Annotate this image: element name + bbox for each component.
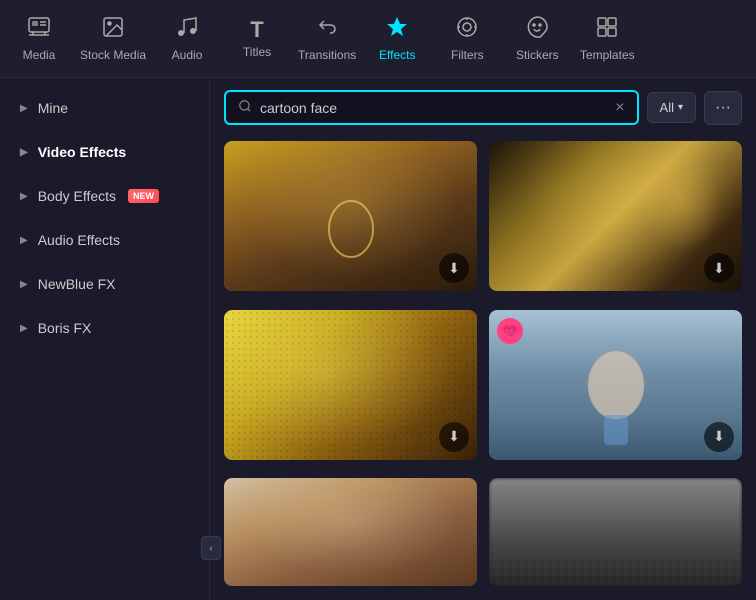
chevron-icon: ▶ (20, 323, 28, 334)
heart-badge-ar: 💗 (497, 318, 523, 344)
nav-label-titles: Titles (243, 45, 271, 59)
sidebar-toggle-button[interactable]: ‹ (201, 536, 221, 560)
effects-icon (385, 15, 409, 44)
sidebar-item-audio-effects[interactable]: ▶ Audio Effects (4, 220, 205, 260)
sidebar-item-video-effects[interactable]: ▶ Video Effects (4, 132, 205, 172)
sidebar: ▶ Mine ▶ Video Effects ▶ Body Effects NE… (0, 78, 210, 600)
more-options-button[interactable]: ··· (704, 91, 742, 125)
templates-icon (595, 15, 619, 44)
clear-search-button[interactable]: × (615, 100, 624, 116)
nav-item-effects[interactable]: Effects (362, 0, 432, 78)
stock-media-icon (101, 15, 125, 44)
sidebar-label-audio-effects: Audio Effects (38, 232, 120, 248)
nav-label-filters: Filters (451, 48, 484, 62)
effect-thumbnail-sketch (224, 478, 477, 586)
chevron-icon: ▶ (20, 147, 28, 158)
nav-label-stickers: Stickers (516, 48, 559, 62)
sidebar-label-video-effects: Video Effects (38, 144, 126, 160)
nav-label-media: Media (23, 48, 56, 62)
effect-card-sketch[interactable] (224, 478, 477, 586)
nav-label-effects: Effects (379, 48, 415, 62)
search-input[interactable] (260, 100, 607, 116)
effect-thumbnail-comic-book: ⬇ (224, 310, 477, 460)
sidebar-item-mine[interactable]: ▶ Mine (4, 88, 205, 128)
content-area: × All ▾ ··· ⬇ Cartoon (210, 78, 756, 600)
download-button-ar[interactable]: ⬇ (704, 422, 734, 452)
transitions-icon (315, 15, 339, 44)
filter-dropdown-button[interactable]: All ▾ (647, 92, 696, 123)
download-button-cartoon[interactable]: ⬇ (439, 253, 469, 283)
nav-item-transitions[interactable]: Transitions (292, 0, 362, 78)
filter-label: All (660, 100, 674, 115)
download-button-comic-book[interactable]: ⬇ (439, 422, 469, 452)
titles-icon: T (250, 19, 263, 41)
audio-icon (175, 15, 199, 44)
top-navigation: Media Stock Media Audio T Titles Transit… (0, 0, 756, 78)
effect-name-comic-book: Comic Book (224, 460, 477, 467)
search-icon (238, 99, 252, 116)
sidebar-label-newblue-fx: NewBlue FX (38, 276, 116, 292)
sidebar-item-newblue-fx[interactable]: ▶ NewBlue FX (4, 264, 205, 304)
main-layout: ▶ Mine ▶ Video Effects ▶ Body Effects NE… (0, 78, 756, 600)
effect-card-comic-book[interactable]: ⬇ Comic Book (224, 310, 477, 467)
nav-item-audio[interactable]: Audio (152, 0, 222, 78)
sidebar-label-boris-fx: Boris FX (38, 320, 92, 336)
search-input-wrapper: × (224, 90, 639, 125)
effect-thumbnail-wash: ⬇ (489, 141, 742, 291)
nav-item-filters[interactable]: Filters (432, 0, 502, 78)
nav-label-stock-media: Stock Media (80, 48, 146, 62)
nav-label-audio: Audio (172, 48, 203, 62)
effects-grid: ⬇ Cartoon ⬇ Wash (210, 137, 756, 600)
chevron-icon: ▶ (20, 279, 28, 290)
nav-item-templates[interactable]: Templates (572, 0, 642, 78)
chevron-icon: ▶ (20, 191, 28, 202)
filters-icon (455, 15, 479, 44)
effect-name-wash: Wash (489, 291, 742, 298)
new-badge: NEW (128, 189, 159, 203)
effect-card-wash[interactable]: ⬇ Wash (489, 141, 742, 298)
sidebar-item-boris-fx[interactable]: ▶ Boris FX (4, 308, 205, 348)
effect-card-cartoon[interactable]: ⬇ Cartoon (224, 141, 477, 298)
chevron-icon: ▶ (20, 103, 28, 114)
nav-item-stock-media[interactable]: Stock Media (74, 0, 152, 78)
nav-item-media[interactable]: Media (4, 0, 74, 78)
nav-label-transitions: Transitions (298, 48, 356, 62)
nav-item-titles[interactable]: T Titles (222, 0, 292, 78)
effect-card-ar-stickers-bubble-head[interactable]: 💗 ⬇ AR Stickers Bubble Head (489, 310, 742, 467)
sidebar-label-body-effects: Body Effects (38, 188, 116, 204)
chevron-down-icon: ▾ (678, 102, 683, 113)
chevron-icon: ▶ (20, 235, 28, 246)
nav-item-stickers[interactable]: Stickers (502, 0, 572, 78)
effect-thumbnail-cartoon: ⬇ (224, 141, 477, 291)
nav-label-templates: Templates (580, 48, 635, 62)
effect-name-ar-stickers-bubble-head: AR Stickers Bubble Head (489, 460, 742, 467)
sidebar-item-body-effects[interactable]: ▶ Body Effects NEW (4, 176, 205, 216)
download-button-wash[interactable]: ⬇ (704, 253, 734, 283)
effect-thumbnail-blur (489, 478, 742, 586)
effect-name-cartoon: Cartoon (224, 291, 477, 298)
effect-card-blur[interactable] (489, 478, 742, 586)
search-bar: × All ▾ ··· (210, 78, 756, 137)
stickers-icon (525, 15, 549, 44)
media-icon (27, 15, 51, 44)
effect-thumbnail-ar-stickers-bubble-head: 💗 ⬇ (489, 310, 742, 460)
sidebar-label-mine: Mine (38, 100, 68, 116)
